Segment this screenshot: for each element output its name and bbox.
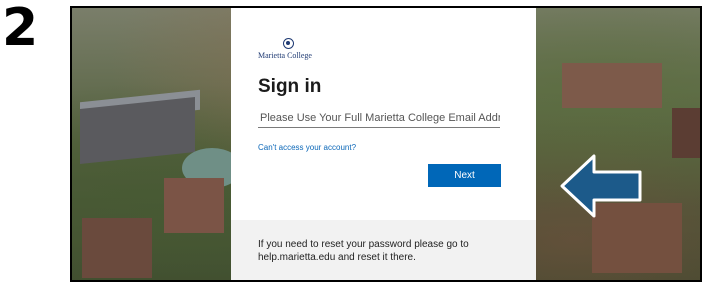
campus-background	[672, 108, 700, 158]
campus-background	[164, 178, 224, 233]
cant-access-link[interactable]: Can't access your account?	[258, 143, 356, 152]
reset-text-line1: If you need to reset your password pleas…	[258, 239, 469, 250]
password-reset-footer: If you need to reset your password pleas…	[231, 220, 536, 280]
college-logo: Marietta College	[258, 38, 408, 64]
next-button[interactable]: Next	[428, 164, 501, 187]
reset-text-line2: help.marietta.edu and reset it there.	[258, 252, 416, 263]
logo-text: Marietta College	[258, 51, 312, 60]
password-reset-text: If you need to reset your password pleas…	[258, 238, 518, 264]
page-title: Sign in	[258, 76, 322, 97]
college-seal-icon	[283, 38, 294, 49]
campus-background	[562, 63, 662, 108]
campus-background	[80, 96, 195, 165]
campus-background	[82, 218, 152, 278]
step-number: 2	[2, 0, 38, 58]
screenshot-frame: Marietta College Sign in Can't access yo…	[70, 6, 702, 282]
sign-in-card: Marietta College Sign in Can't access yo…	[231, 8, 536, 280]
email-input[interactable]	[258, 108, 500, 128]
left-arrow-icon	[560, 154, 642, 218]
